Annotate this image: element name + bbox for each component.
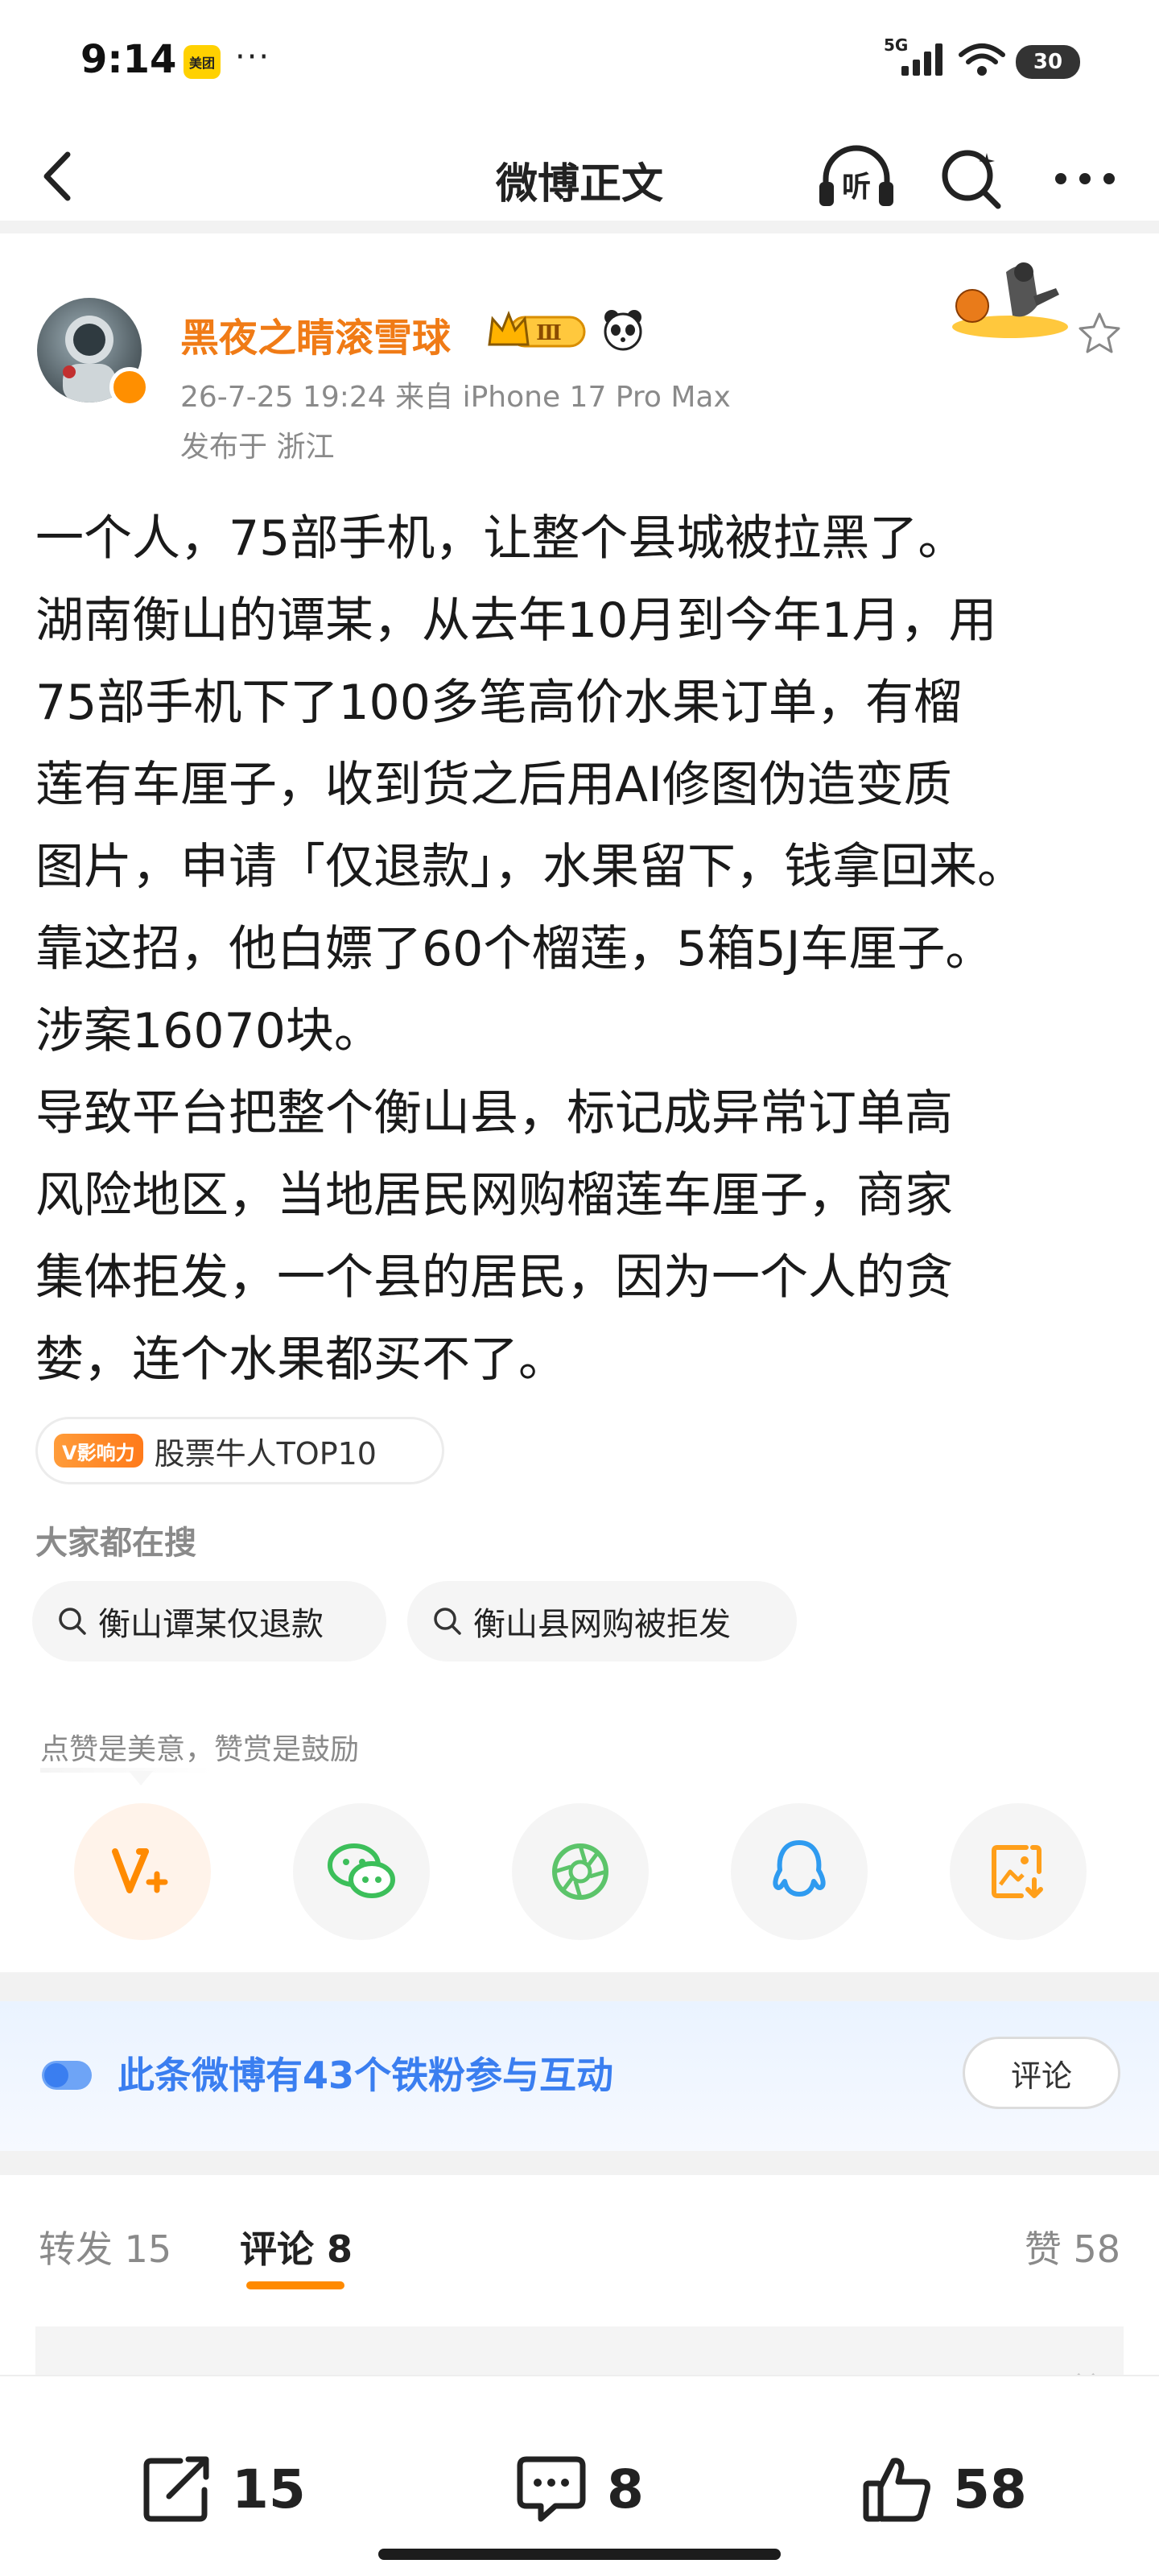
- verified-badge-icon: [109, 367, 150, 407]
- battery-indicator: 30: [1016, 45, 1080, 79]
- topic-text: 股票牛人TOP10: [154, 1435, 377, 1472]
- comment-button[interactable]: 8: [515, 2449, 644, 2529]
- listen-label: 听: [842, 171, 871, 204]
- favorite-star-icon[interactable]: [1075, 309, 1124, 357]
- meituan-app-icon: 美团: [184, 45, 221, 79]
- save-image-button[interactable]: [950, 1803, 1087, 1940]
- influence-tag: V影响力: [54, 1434, 143, 1468]
- section-divider: [0, 2151, 1159, 2175]
- reward-hint: 点赞是美意，赞赏是鼓励: [40, 1733, 360, 1766]
- share-wechat-button[interactable]: [293, 1803, 430, 1940]
- reward-hint-underline: [40, 1768, 212, 1773]
- thumbs-up-icon: [863, 2458, 930, 2522]
- post-line: 涉案16070块。: [35, 1003, 382, 1059]
- repost-button[interactable]: 15: [140, 2449, 306, 2529]
- status-bar: 9:14 美团 ··· 5G 30: [0, 0, 1159, 121]
- like-count: 58: [953, 2458, 1027, 2520]
- wifi-icon: [959, 43, 1005, 76]
- home-indicator[interactable]: [378, 2549, 781, 2560]
- fans-comment-button[interactable]: 评论: [963, 2037, 1120, 2109]
- comment-count: 8: [607, 2458, 644, 2520]
- post-line: 靠这招，他白嫖了60个榴莲，5箱5J车厘子。: [35, 921, 994, 977]
- reward-button[interactable]: [74, 1803, 211, 1940]
- share-qq-button[interactable]: [731, 1803, 868, 1940]
- tab-repost[interactable]: 转发 15: [39, 2220, 171, 2273]
- post-line: 莲有车厘子，收到货之后用AI修图伪造变质: [35, 757, 952, 813]
- search-icon[interactable]: [937, 145, 1004, 213]
- post-body: 一个人，75部手机，让整个县城被拉黑了。 湖南衡山的谭某，从去年10月到今年1月…: [35, 497, 1130, 1401]
- search-icon: [59, 1608, 86, 1635]
- image-download-icon: [992, 1845, 1043, 1898]
- bottom-action-bar: 15 8 58: [0, 2375, 1159, 2576]
- status-more-icon: ···: [235, 39, 271, 76]
- tab-comment[interactable]: 评论 8: [240, 2220, 353, 2273]
- fans-toggle-icon: [42, 2061, 92, 2090]
- vip-level: Ⅲ: [536, 321, 562, 345]
- author-name[interactable]: 黑夜之睛滚雪球: [180, 306, 451, 362]
- tab-like[interactable]: 赞 58: [1025, 2220, 1120, 2273]
- post-location: 发布于 浙江: [180, 431, 335, 464]
- share-moments-button[interactable]: [512, 1803, 649, 1940]
- post-line: 75部手机下了100多笔高价水果订单，有榴: [35, 675, 962, 731]
- basketball-player-decoration-icon: [952, 262, 1068, 338]
- more-options-icon[interactable]: [1045, 145, 1125, 213]
- repost-icon: [143, 2456, 209, 2522]
- nav-bar: 微博正文 听: [0, 121, 1159, 233]
- wechat-icon: [328, 1843, 395, 1898]
- trending-search-text: 衡山谭某仅退款: [98, 1606, 324, 1643]
- trending-search-text: 衡山县网购被拒发: [473, 1606, 731, 1643]
- vip-crown-badge-icon[interactable]: Ⅲ: [486, 311, 591, 351]
- active-tab-underline: [246, 2281, 344, 2289]
- post-line: 集体拒发，一个县的居民，因为一个人的贪: [35, 1249, 953, 1306]
- search-icon: [434, 1608, 461, 1635]
- interaction-tabs: 转发 15 评论 8 赞 58: [0, 2175, 1159, 2344]
- post-line: 婪，连个水果都买不了。: [35, 1331, 567, 1388]
- moments-aperture-icon: [552, 1843, 608, 1900]
- comment-bubble-icon: [517, 2456, 586, 2522]
- trending-search-chip[interactable]: 衡山谭某仅退款: [32, 1581, 386, 1662]
- post-line: 导致平台把整个衡山县，标记成异常订单高: [35, 1085, 953, 1141]
- like-button[interactable]: 58: [861, 2449, 1027, 2529]
- section-divider: [0, 1972, 1159, 2001]
- caret-down-icon: [129, 1771, 153, 1785]
- status-time: 9:14: [80, 37, 177, 82]
- iron-fans-banner: 此条微博有43个铁粉参与互动 评论: [0, 2001, 1159, 2151]
- trending-search-chip[interactable]: 衡山县网购被拒发: [407, 1581, 797, 1662]
- influence-topic-chip[interactable]: V影响力 股票牛人TOP10: [35, 1417, 444, 1484]
- trending-search-label: 大家都在搜: [35, 1525, 196, 1562]
- listen-button[interactable]: 听: [816, 143, 897, 211]
- post-line: 一个人，75部手机，让整个县城被拉黑了。: [35, 510, 967, 567]
- qq-penguin-icon: [773, 1840, 826, 1897]
- v-plus-reward-icon: [112, 1848, 168, 1893]
- repost-count: 15: [232, 2458, 306, 2520]
- iron-fans-text: 此条微博有43个铁粉参与互动: [118, 2054, 614, 2097]
- signal-icon: [901, 43, 942, 76]
- post-line: 图片，申请「仅退款」，水果留下，钱拿回来。: [35, 839, 1025, 895]
- post-meta: 26-7-25 19:24 来自 iPhone 17 Pro Max: [180, 381, 731, 414]
- post-line: 湖南衡山的谭某，从去年10月到今年1月，用: [35, 592, 997, 649]
- post-line: 风险地区，当地居民网购榴莲车厘子，商家: [35, 1167, 953, 1224]
- panda-icon: [604, 310, 642, 351]
- headphones-icon: 听: [819, 145, 893, 206]
